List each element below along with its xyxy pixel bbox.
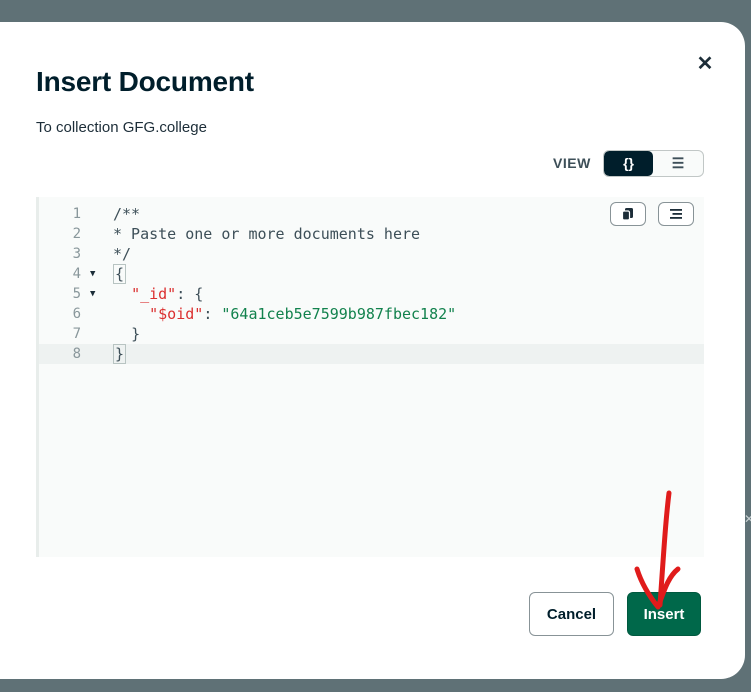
copy-button[interactable] [610,202,646,226]
close-button[interactable]: ✕ [693,52,717,76]
code-brace-close: } [113,344,127,364]
insert-button[interactable]: Insert [627,592,701,636]
code-brace-open: { [113,264,127,284]
code-comment-open: /** [113,205,141,223]
fold-arrow-icon[interactable]: ▼ [90,264,95,284]
colon-brace-token: : { [176,285,204,303]
view-label: VIEW [553,155,591,171]
dialog-subtitle: To collection GFG.college [36,119,207,136]
line-number: 4 [72,266,81,282]
editor-line: 1 /** [39,204,704,224]
dialog-title: Insert Document [36,66,254,97]
line-number: 5 [72,286,81,302]
fold-arrow-icon[interactable]: ▼ [90,284,95,304]
json-editor[interactable]: 1 /** 2 * Paste one or more documents he… [36,197,704,557]
oid-value-token: "64a1ceb5e7599b987fbec182" [221,305,457,323]
code-oid-line: "$oid": "64a1ceb5e7599b987fbec182" [113,304,456,324]
line-number: 6 [72,306,81,322]
format-icon [670,209,682,219]
id-key-token: "_id" [131,285,177,303]
code-comment-body: * Paste one or more documents here [113,225,421,243]
oid-key-token: "$oid" [149,305,204,323]
view-toggle: {} ☰ [602,149,704,177]
editor-line: 5 ▼ "_id": { [39,284,704,304]
cancel-button[interactable]: Cancel [529,592,614,636]
editor-line: 7 } [39,324,704,344]
insert-document-dialog: ✕ Insert Document To collection GFG.coll… [0,22,745,679]
copy-icon [621,208,633,221]
close-icon: ✕ [696,53,714,75]
brace-close-token: } [113,344,127,364]
inner-close-token: } [131,325,141,343]
line-number: 2 [72,226,81,242]
line-number: 7 [72,326,81,342]
editor-line: 6 "$oid": "64a1ceb5e7599b987fbec182" [39,304,704,324]
list-icon: ☰ [671,154,685,171]
format-button[interactable] [658,202,694,226]
editor-line: 3 */ [39,244,704,264]
editor-line: 4 ▼ { [39,264,704,284]
view-json-button[interactable]: {} [603,150,654,176]
code-comment-close: */ [113,245,132,263]
editor-line-active: 8 } [39,344,704,364]
colon-token: : [203,305,222,323]
braces-icon: {} [623,155,634,171]
code-id-line: "_id": { [113,284,203,304]
line-number: 8 [72,346,81,362]
code-inner-close: } [113,324,140,344]
edge-mark-icon: ✕ [744,512,751,526]
editor-line: 2 * Paste one or more documents here [39,224,704,244]
view-list-button[interactable]: ☰ [653,151,703,176]
line-number: 3 [72,246,81,262]
brace-open-token: { [113,264,127,284]
line-number: 1 [72,206,81,222]
view-toggle-row: VIEW {} ☰ [553,149,704,177]
